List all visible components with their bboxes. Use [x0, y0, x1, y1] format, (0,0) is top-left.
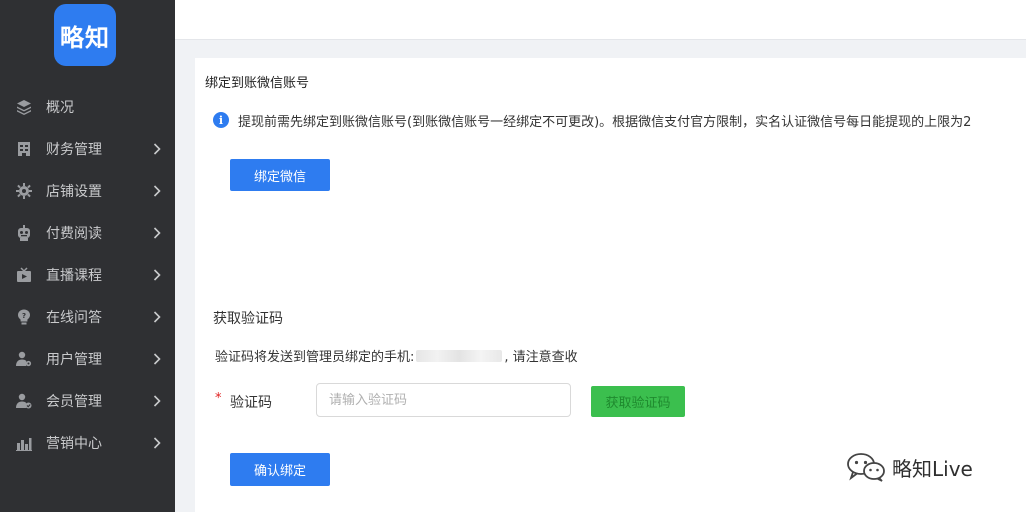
bind-notice: i 提现前需先绑定到账微信账号(到账微信账号一经绑定不可更改)。根据微信支付官方… — [213, 110, 971, 130]
sidebar-nav: 概况 财务管理 店铺设置 付费阅读 直播课程 ? 在线问答 用户管理 会员管理 … — [0, 86, 175, 464]
finance-icon — [15, 140, 33, 158]
get-code-button[interactable]: 获取验证码 — [591, 386, 685, 417]
verify-hint-prefix: 验证码将发送到管理员绑定的手机: — [215, 350, 415, 365]
sidebar-item-finance[interactable]: 财务管理 — [0, 128, 175, 170]
sidebar-item-label: 付费阅读 — [46, 226, 102, 242]
sidebar-item-label: 店铺设置 — [46, 184, 102, 200]
verification-code-input[interactable] — [316, 383, 571, 417]
top-bar — [175, 0, 1026, 40]
tv-icon — [15, 266, 33, 284]
wechat-icon — [846, 452, 886, 482]
sidebar-item-live-courses[interactable]: 直播课程 — [0, 254, 175, 296]
content-panel: 绑定到账微信账号 i 提现前需先绑定到账微信账号(到账微信账号一经绑定不可更改)… — [195, 58, 1026, 512]
layers-icon — [15, 98, 33, 116]
sidebar-item-label: 财务管理 — [46, 142, 102, 158]
watermark-text: 略知Live — [892, 456, 973, 481]
member-icon — [15, 392, 33, 410]
sidebar-item-label: 直播课程 — [46, 268, 102, 284]
confirm-bind-button[interactable]: 确认绑定 — [230, 453, 330, 486]
sidebar-item-overview[interactable]: 概况 — [0, 86, 175, 128]
gear-icon — [15, 182, 33, 200]
bind-section-title: 绑定到账微信账号 — [205, 76, 310, 91]
verify-section-title: 获取验证码 — [213, 311, 283, 327]
masked-phone-number — [416, 349, 503, 362]
verify-hint-suffix: , 请注意查收 — [504, 350, 578, 365]
sidebar-item-label: 概况 — [46, 100, 74, 116]
watermark: 略知Live — [846, 451, 973, 483]
required-mark: * — [215, 391, 222, 406]
bind-wechat-button[interactable]: 绑定微信 — [230, 159, 330, 191]
brand-logo[interactable]: 略知 — [54, 4, 116, 66]
sidebar: 略知 概况 财务管理 店铺设置 付费阅读 直播课程 ? 在线问答 用户管理 会员… — [0, 0, 175, 512]
sidebar-item-marketing-center[interactable]: 营销中心 — [0, 422, 175, 464]
sidebar-item-user-management[interactable]: 用户管理 — [0, 338, 175, 380]
chevron-right-icon — [153, 184, 163, 198]
chevron-right-icon — [153, 226, 163, 240]
chevron-right-icon — [153, 394, 163, 408]
info-icon: i — [213, 112, 229, 128]
chevron-right-icon — [153, 310, 163, 324]
sidebar-item-label: 营销中心 — [46, 436, 102, 452]
sidebar-item-label: 在线问答 — [46, 310, 102, 326]
sidebar-item-label: 用户管理 — [46, 352, 102, 368]
lightbulb-icon: ? — [15, 308, 33, 326]
chevron-right-icon — [153, 352, 163, 366]
chevron-right-icon — [153, 142, 163, 156]
sidebar-item-paid-reading[interactable]: 付费阅读 — [0, 212, 175, 254]
svg-text:?: ? — [22, 312, 26, 320]
chart-icon — [15, 434, 33, 452]
verification-code-label: 验证码 — [230, 395, 272, 411]
sidebar-item-member-management[interactable]: 会员管理 — [0, 380, 175, 422]
bind-notice-text: 提现前需先绑定到账微信账号(到账微信账号一经绑定不可更改)。根据微信支付官方限制… — [238, 114, 972, 130]
sidebar-item-store-settings[interactable]: 店铺设置 — [0, 170, 175, 212]
robot-icon — [15, 224, 33, 242]
sidebar-item-online-qa[interactable]: ? 在线问答 — [0, 296, 175, 338]
chevron-right-icon — [153, 268, 163, 282]
chevron-right-icon — [153, 436, 163, 450]
sidebar-item-label: 会员管理 — [46, 394, 102, 410]
user-gear-icon — [15, 350, 33, 368]
verification-code-row: * 验证码 获取验证码 — [215, 383, 715, 417]
verify-hint: 验证码将发送到管理员绑定的手机: , 请注意查收 — [215, 346, 578, 365]
